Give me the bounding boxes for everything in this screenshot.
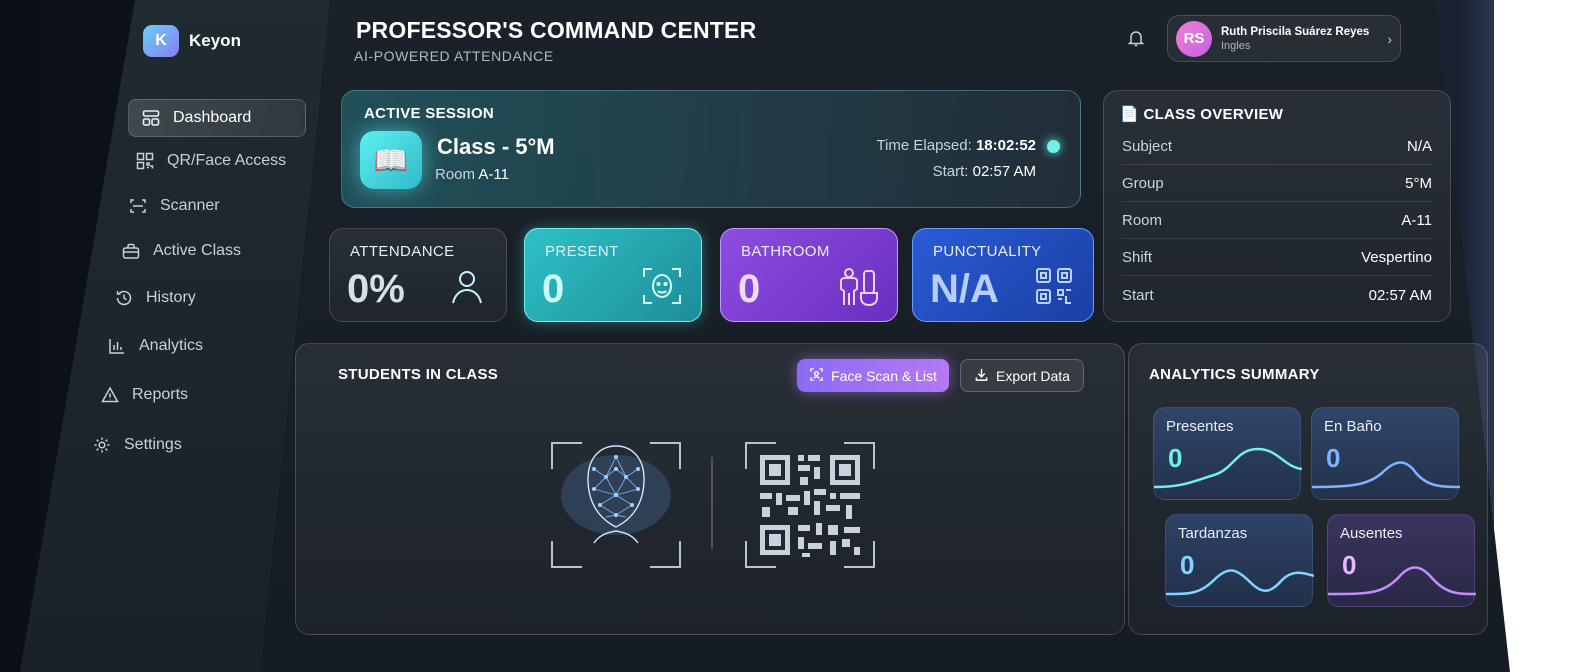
sidebar-item-scanner[interactable]: Scanner	[116, 187, 232, 225]
session-start: Start: 02:57 AM	[933, 163, 1036, 180]
restroom-icon	[837, 265, 879, 307]
tile-label: Ausentes	[1340, 525, 1403, 542]
stat-label: ATTENDANCE	[350, 243, 455, 260]
sidebar-item-qr-face-access[interactable]: QR/Face Access	[123, 142, 298, 180]
stat-label: PUNCTUALITY	[933, 243, 1042, 260]
active-session-title: ACTIVE SESSION	[364, 105, 495, 122]
students-card: STUDENTS IN CLASS Face Scan & List Expor…	[295, 343, 1125, 635]
user-menu[interactable]: RS Ruth Priscila Suárez Reyes Ingles ›	[1167, 15, 1401, 62]
user-name: Ruth Priscila Suárez Reyes	[1221, 25, 1370, 38]
sidebar-item-reports[interactable]: Reports	[88, 376, 200, 414]
sidebar-item-analytics[interactable]: Analytics	[95, 327, 215, 365]
user-info: Ruth Priscila Suárez Reyes Ingles	[1221, 26, 1369, 52]
stat-value: 0	[738, 267, 761, 311]
overview-row-group: Group 5°M	[1122, 165, 1432, 202]
face-scan-icon	[641, 265, 683, 307]
overview-row-start: Start 02:57 AM	[1122, 287, 1432, 304]
analytics-summary-title: ANALYTICS SUMMARY	[1149, 366, 1320, 383]
sidebar-item-dashboard[interactable]: Dashboard	[128, 99, 306, 137]
elapsed-value: 18:02:52	[975, 137, 1036, 154]
start-label: Start:	[932, 163, 969, 180]
scanner-icon	[128, 196, 148, 216]
book-icon: 📖	[360, 131, 422, 189]
page-title: PROFESSOR'S COMMAND CENTER	[356, 17, 757, 43]
tile-sparkline	[1312, 461, 1460, 489]
sidebar-item-label: History	[146, 289, 196, 306]
time-elapsed: Time Elapsed: 18:02:52	[876, 137, 1036, 154]
overview-row-shift: Shift Vespertino	[1122, 239, 1432, 276]
stat-value: 0	[542, 267, 565, 311]
live-indicator	[1047, 140, 1060, 153]
page-subtitle: AI-POWERED ATTENDANCE	[354, 48, 554, 64]
clipboard-icon: 📄	[1120, 106, 1139, 123]
room-label: Room	[435, 166, 476, 183]
qr-code-icon	[1033, 265, 1075, 307]
dashboard-icon	[141, 108, 161, 128]
scan-icon	[809, 367, 824, 385]
brand-logo[interactable]: K Keyon	[143, 25, 241, 57]
user-icon	[446, 265, 488, 307]
tile-sparkline	[1154, 447, 1302, 489]
sidebar-item-label: Active Class	[153, 242, 242, 259]
summary-tile-en-bano[interactable]: En Baño 0	[1311, 407, 1460, 500]
summary-tile-ausentes[interactable]: Ausentes 0	[1327, 514, 1476, 607]
logo-badge: K	[143, 25, 179, 57]
warning-icon	[100, 385, 120, 405]
export-data-button[interactable]: Export Data	[960, 359, 1084, 392]
avatar: RS	[1176, 20, 1212, 57]
overview-row-subject: Subject N/A	[1122, 128, 1432, 165]
bar-chart-icon	[107, 336, 127, 356]
stat-label: BATHROOM	[741, 243, 830, 260]
sidebar-item-label: Reports	[132, 386, 189, 403]
summary-tile-tardanzas[interactable]: Tardanzas 0	[1165, 514, 1314, 607]
face-scan-button[interactable]: Face Scan & List	[797, 359, 949, 392]
stat-attendance[interactable]: ATTENDANCE 0%	[329, 228, 507, 322]
room-value: A-11	[478, 166, 509, 183]
history-icon	[114, 288, 134, 308]
students-title: STUDENTS IN CLASS	[338, 366, 499, 383]
briefcase-icon	[121, 241, 141, 261]
sidebar-item-history[interactable]: History	[102, 279, 208, 317]
analytics-summary-card: ANALYTICS SUMMARY Presentes 0 En Baño 0 …	[1128, 343, 1488, 635]
chevron-right-icon: ›	[1387, 30, 1392, 47]
brand-name: Keyon	[189, 31, 241, 50]
sidebar-item-settings[interactable]: Settings	[80, 426, 194, 464]
active-session-card: ACTIVE SESSION 📖 Class - 5°M Room A-11 T…	[341, 90, 1081, 208]
sidebar-item-active-class[interactable]: Active Class	[109, 232, 253, 270]
elapsed-label: Time Elapsed:	[876, 137, 972, 154]
tile-sparkline	[1166, 569, 1314, 596]
backdrop	[1494, 0, 1584, 672]
tile-label: Tardanzas	[1178, 525, 1248, 542]
sidebar-item-label: Dashboard	[173, 109, 252, 126]
stat-bathroom[interactable]: BATHROOM 0	[720, 228, 898, 322]
sidebar-item-label: Scanner	[160, 197, 220, 214]
gear-icon	[92, 435, 112, 455]
face-recognition-illustration	[548, 439, 684, 571]
tile-label: Presentes	[1166, 418, 1234, 435]
sidebar-item-label: QR/Face Access	[167, 152, 287, 169]
tile-sparkline	[1328, 566, 1476, 596]
overview-row-room: Room A-11	[1122, 202, 1432, 239]
start-value: 02:57 AM	[972, 163, 1036, 180]
stat-present[interactable]: PRESENT 0	[524, 228, 702, 322]
qr-code-illustration	[742, 439, 878, 571]
class-overview-card: 📄 CLASS OVERVIEW Subject N/A Group 5°M Roo…	[1103, 90, 1451, 322]
summary-tile-presentes[interactable]: Presentes 0	[1153, 407, 1302, 500]
tile-label: En Baño	[1324, 418, 1382, 435]
qr-icon	[135, 151, 155, 171]
class-overview-title: 📄 CLASS OVERVIEW	[1120, 106, 1284, 123]
stat-punctuality[interactable]: PUNCTUALITY N/A	[912, 228, 1094, 322]
class-name: Class - 5°M	[437, 134, 555, 159]
user-role: Ingles	[1221, 39, 1251, 52]
class-room: Room A-11	[435, 166, 509, 183]
stat-value: N/A	[930, 267, 999, 311]
sidebar-item-label: Analytics	[139, 337, 204, 354]
sidebar-item-label: Settings	[124, 436, 182, 453]
stat-value: 0%	[347, 267, 405, 311]
bell-icon[interactable]	[1126, 28, 1146, 48]
download-icon	[974, 367, 989, 385]
divider	[711, 457, 713, 549]
stat-label: PRESENT	[545, 243, 619, 260]
